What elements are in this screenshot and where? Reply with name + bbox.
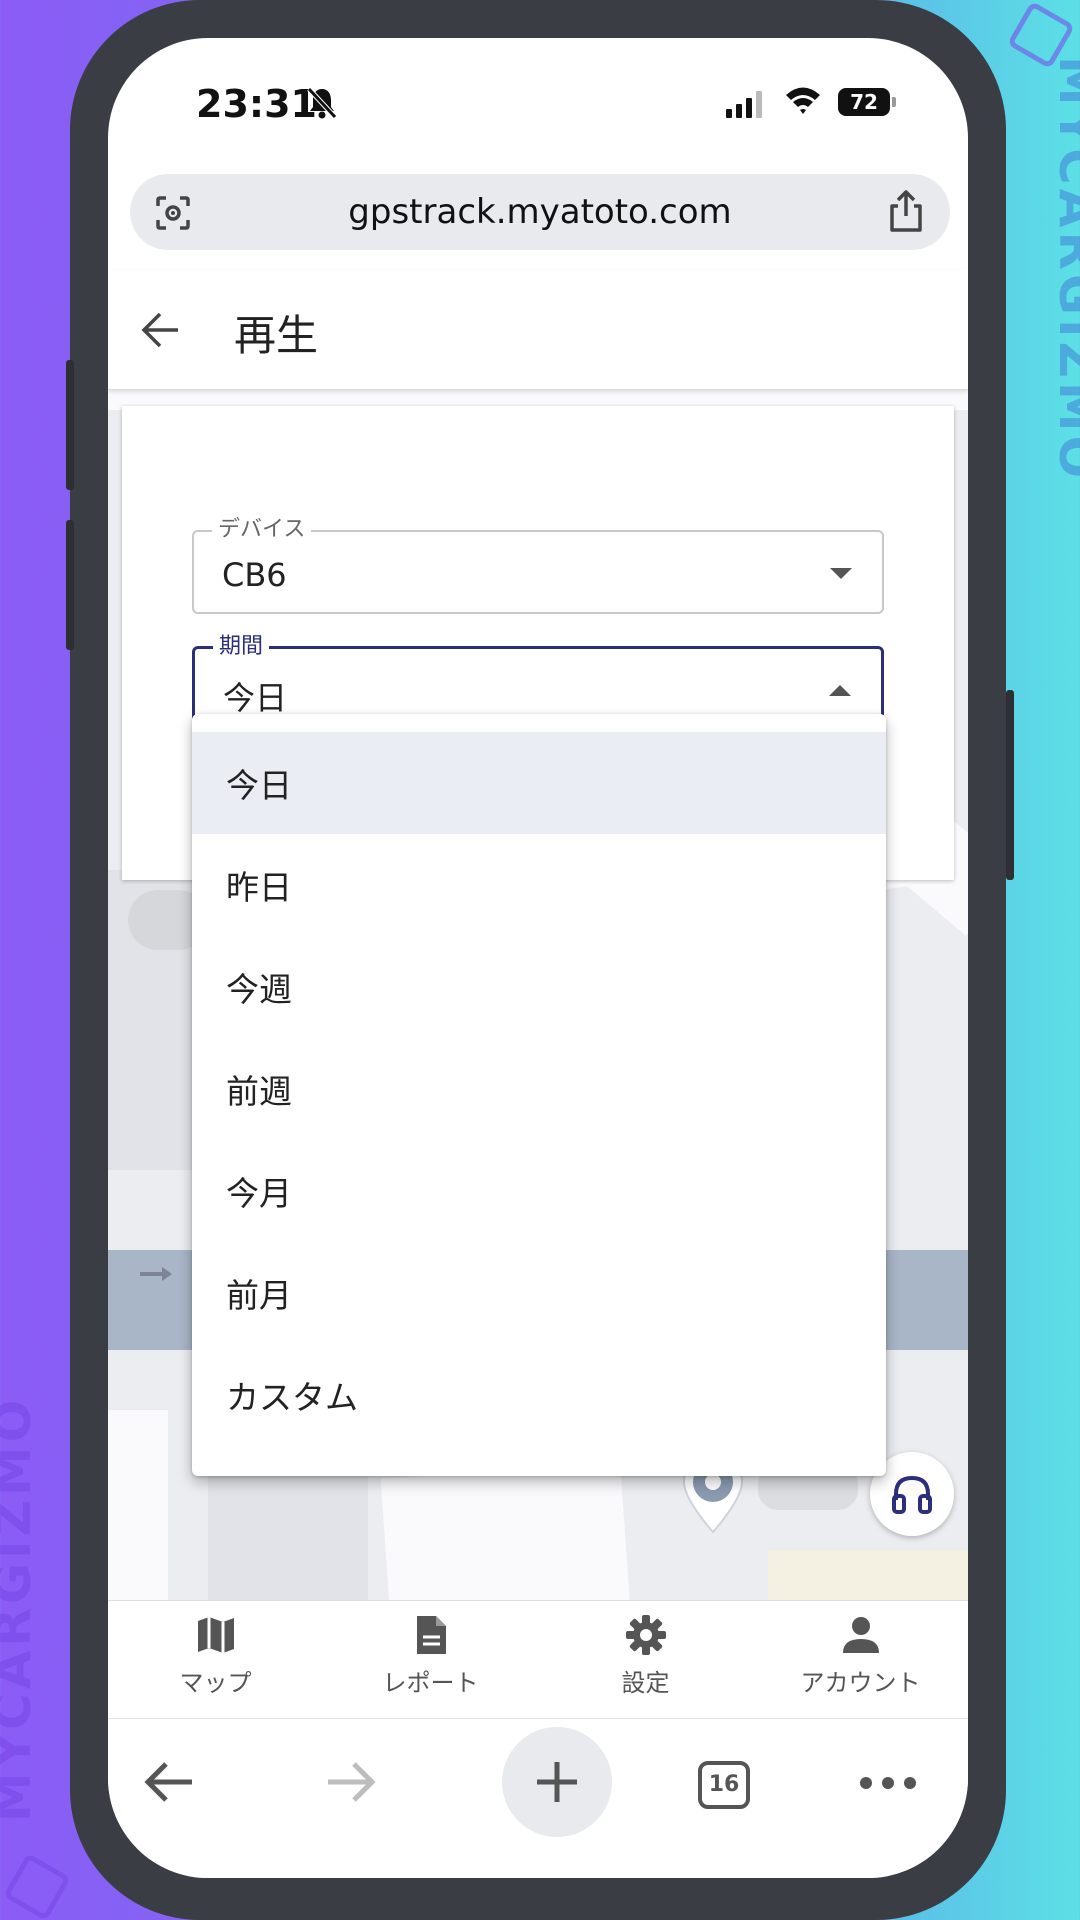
- period-dropdown-menu: 今日 昨日 今週 前週 今月 前月 カスタム: [192, 714, 886, 1476]
- menu-option-yesterday[interactable]: 昨日: [192, 834, 886, 936]
- watermark-right: MYCARGIZMO: [1047, 55, 1080, 483]
- side-button: [66, 520, 74, 650]
- menu-option-custom[interactable]: カスタム: [192, 1344, 886, 1446]
- watermark-left: MYCARGIZMO: [0, 1395, 43, 1823]
- phone-screen: 23:31 72 gpstrack.myatoto.com 再生 デバイス CB…: [108, 38, 968, 1878]
- nav-item-settings[interactable]: 設定: [538, 1601, 753, 1718]
- map-direction-arrow-icon: [140, 1267, 172, 1281]
- account-icon: [842, 1617, 879, 1653]
- headset-icon: [892, 1475, 932, 1514]
- side-button: [66, 360, 74, 490]
- status-time: 23:31: [196, 82, 317, 126]
- menu-option-last-month[interactable]: 前月: [192, 1242, 886, 1344]
- wifi-icon: [786, 87, 820, 114]
- watermark-logo-icon: [2, 1852, 72, 1920]
- device-value: CB6: [222, 556, 287, 594]
- tabs-button[interactable]: 16: [698, 1761, 750, 1809]
- new-tab-button[interactable]: [502, 1727, 612, 1837]
- address-bar[interactable]: gpstrack.myatoto.com: [130, 174, 950, 250]
- nav-item-report[interactable]: レポート: [323, 1601, 538, 1718]
- period-value: 今日: [223, 679, 288, 717]
- battery-indicator: 72: [838, 88, 896, 116]
- menu-option-last-week[interactable]: 前週: [192, 1038, 886, 1140]
- chevron-up-icon: [829, 685, 851, 696]
- more-options-icon[interactable]: [860, 1777, 916, 1789]
- chevron-down-icon: [830, 568, 852, 579]
- menu-option-this-week[interactable]: 今週: [192, 936, 886, 1038]
- app-header: 再生: [108, 270, 968, 390]
- bell-muted-icon: [307, 87, 337, 119]
- device-label: デバイス: [212, 518, 312, 542]
- device-select[interactable]: デバイス CB6: [192, 518, 884, 614]
- page-title: 再生: [234, 311, 319, 360]
- report-icon: [416, 1616, 446, 1654]
- nav-label-settings: 設定: [621, 1669, 670, 1697]
- menu-option-today[interactable]: 今日: [192, 732, 886, 834]
- browser-forward-icon[interactable]: [324, 1759, 378, 1805]
- nav-item-map[interactable]: マップ: [108, 1601, 323, 1718]
- period-label: 期間: [213, 635, 270, 659]
- map-icon: [197, 1617, 234, 1653]
- status-bar: 23:31 72: [108, 38, 968, 168]
- nav-label-map: マップ: [179, 1669, 252, 1697]
- bottom-navigation: マップ レポート 設定 アカウント: [108, 1600, 968, 1718]
- settings-icon: [625, 1615, 666, 1655]
- nav-label-report: レポート: [382, 1669, 479, 1697]
- plus-icon: [537, 1762, 577, 1802]
- back-arrow-icon[interactable]: [138, 310, 182, 350]
- cellular-signal-icon: [726, 90, 762, 118]
- nav-item-account[interactable]: アカウント: [753, 1601, 968, 1718]
- url-text: gpstrack.myatoto.com: [348, 192, 732, 232]
- browser-back-icon[interactable]: [142, 1759, 196, 1805]
- nav-label-account: アカウント: [800, 1669, 921, 1697]
- menu-option-this-month[interactable]: 今月: [192, 1140, 886, 1242]
- power-button: [1006, 690, 1014, 880]
- browser-toolbar: 16: [108, 1718, 968, 1878]
- share-icon[interactable]: [886, 188, 926, 234]
